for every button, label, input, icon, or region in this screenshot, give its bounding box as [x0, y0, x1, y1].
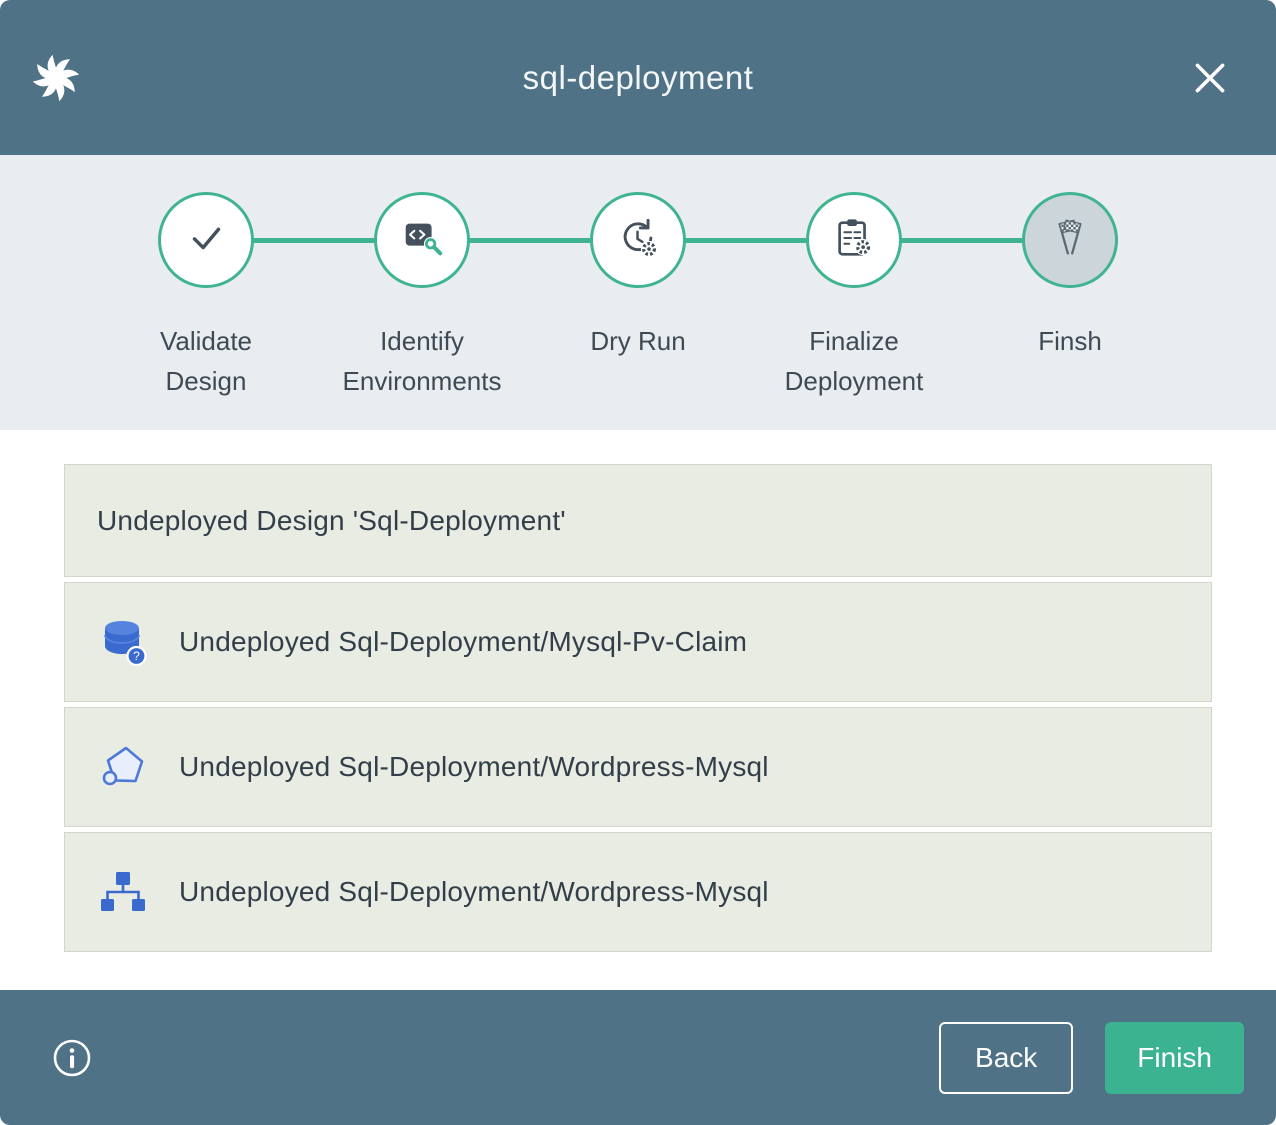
- dialog-header: sql-deployment: [0, 0, 1276, 155]
- database-icon: ?: [97, 616, 149, 668]
- pentagon-badge-icon: [97, 741, 149, 793]
- close-icon[interactable]: [1188, 56, 1232, 100]
- dialog-title: sql-deployment: [523, 59, 754, 97]
- swirl-logo-icon: [30, 52, 82, 104]
- step-identify-environments: Identify Environments: [314, 192, 530, 430]
- info-icon[interactable]: [50, 1036, 94, 1080]
- deployment-log-list: Undeployed Design 'Sql-Deployment' ? Und…: [64, 464, 1212, 952]
- step-circle-finalize-deployment: [806, 192, 902, 288]
- step-circle-identify-environments: [374, 192, 470, 288]
- step-finish: Finsh: [962, 192, 1178, 430]
- finish-button[interactable]: Finish: [1105, 1022, 1244, 1094]
- footer-buttons: Back Finish: [939, 1022, 1244, 1094]
- hierarchy-tree-icon: [97, 866, 149, 918]
- step-label: Finsh: [1038, 322, 1102, 362]
- check-icon: [183, 215, 229, 266]
- wizard-stepper: Validate Design Identify Envi: [0, 155, 1276, 430]
- log-row-text: Undeployed Sql-Deployment/Wordpress-Mysq…: [179, 751, 769, 783]
- step-circle-finish: [1022, 192, 1118, 288]
- step-label: Validate Design: [118, 322, 294, 401]
- back-button[interactable]: Back: [939, 1022, 1073, 1094]
- step-finalize-deployment: Finalize Deployment: [746, 192, 962, 430]
- log-row-wordpress-mysql-tree: Undeployed Sql-Deployment/Wordpress-Mysq…: [64, 832, 1212, 952]
- history-gear-icon: [615, 215, 661, 266]
- deployment-wizard-dialog: sql-deployment Validate Design: [0, 0, 1276, 1125]
- svg-text:?: ?: [133, 649, 140, 663]
- log-row-wordpress-mysql-node: Undeployed Sql-Deployment/Wordpress-Mysq…: [64, 707, 1212, 827]
- log-row-text: Undeployed Sql-Deployment/Mysql-Pv-Claim: [179, 626, 747, 658]
- log-row-mysql-pv-claim: ? Undeployed Sql-Deployment/Mysql-Pv-Cla…: [64, 582, 1212, 702]
- step-circle-dry-run: [590, 192, 686, 288]
- step-circle-validate-design: [158, 192, 254, 288]
- code-window-wrench-icon: [399, 215, 445, 266]
- clipboard-gear-icon: [831, 215, 877, 266]
- log-row-text: Undeployed Sql-Deployment/Wordpress-Mysq…: [179, 876, 769, 908]
- deployment-log-panel: Undeployed Design 'Sql-Deployment' ? Und…: [0, 430, 1276, 990]
- step-label: Identify Environments: [334, 322, 510, 401]
- checkered-flags-icon: [1047, 215, 1093, 266]
- log-row-design: Undeployed Design 'Sql-Deployment': [64, 464, 1212, 577]
- step-dry-run: Dry Run: [530, 192, 746, 430]
- log-row-text: Undeployed Design 'Sql-Deployment': [97, 505, 566, 537]
- step-label: Finalize Deployment: [766, 322, 942, 401]
- step-validate-design: Validate Design: [98, 192, 314, 430]
- dialog-footer: Back Finish: [0, 990, 1276, 1125]
- step-label: Dry Run: [590, 322, 685, 362]
